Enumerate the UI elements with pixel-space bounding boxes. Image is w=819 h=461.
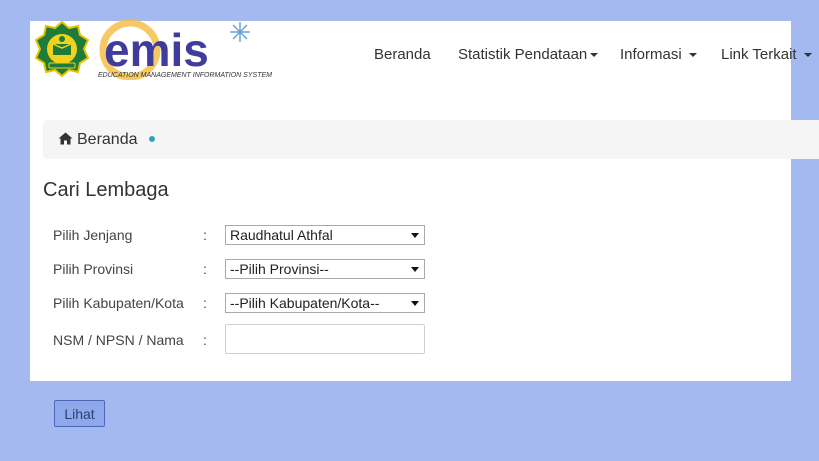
nav-informasi-label: Informasi	[620, 46, 682, 63]
dropdown-arrow-icon	[411, 301, 419, 306]
provinsi-selected-value: --Pilih Provinsi--	[230, 261, 329, 277]
jenjang-select[interactable]: Raudhatul Athfal	[225, 225, 425, 245]
provinsi-colon: :	[203, 261, 207, 277]
breadcrumb: Beranda	[43, 120, 819, 159]
jenjang-selected-value: Raudhatul Athfal	[230, 227, 333, 243]
nav-beranda[interactable]: Beranda	[374, 46, 431, 63]
breadcrumb-home-link[interactable]: Beranda	[58, 131, 138, 149]
kabupaten-selected-value: --Pilih Kabupaten/Kota--	[230, 295, 380, 311]
provinsi-select[interactable]: --Pilih Provinsi--	[225, 259, 425, 279]
jenjang-colon: :	[203, 227, 207, 243]
caret-down-icon	[803, 53, 812, 58]
nav-informasi[interactable]: Informasi	[620, 46, 697, 63]
svg-text:EDUCATION MANAGEMENT INFORMATI: EDUCATION MANAGEMENT INFORMATION SYSTEM	[98, 72, 272, 79]
breadcrumb-separator-dot	[149, 136, 155, 142]
caret-down-icon	[688, 53, 697, 58]
search-colon: :	[203, 332, 207, 348]
nsm-npsn-nama-input[interactable]	[225, 324, 425, 354]
nav-statistik-pendataan[interactable]: Statistik Pendataan	[458, 46, 599, 63]
jenjang-label: Pilih Jenjang	[53, 227, 133, 243]
nav-link-terkait-label: Link Terkait	[721, 46, 797, 63]
lihat-button[interactable]: Lihat	[54, 400, 105, 427]
home-icon	[58, 132, 73, 145]
nav-statistik-label: Statistik Pendataan	[458, 46, 588, 63]
dropdown-arrow-icon	[411, 233, 419, 238]
page-title: Cari Lembaga	[43, 179, 169, 201]
search-label: NSM / NPSN / Nama	[53, 332, 184, 348]
kabupaten-label: Pilih Kabupaten/Kota	[53, 295, 184, 311]
dropdown-arrow-icon	[411, 267, 419, 272]
lihat-button-label: Lihat	[64, 405, 95, 422]
kabupaten-select[interactable]: --Pilih Kabupaten/Kota--	[225, 293, 425, 313]
caret-down-icon	[590, 53, 599, 58]
breadcrumb-home-label: Beranda	[77, 131, 138, 148]
nav-beranda-label: Beranda	[374, 46, 431, 63]
main-nav: Beranda Statistik Pendataan Informasi Li…	[0, 44, 819, 66]
provinsi-label: Pilih Provinsi	[53, 261, 134, 277]
nav-link-terkait[interactable]: Link Terkait	[721, 46, 812, 63]
kabupaten-colon: :	[203, 295, 207, 311]
